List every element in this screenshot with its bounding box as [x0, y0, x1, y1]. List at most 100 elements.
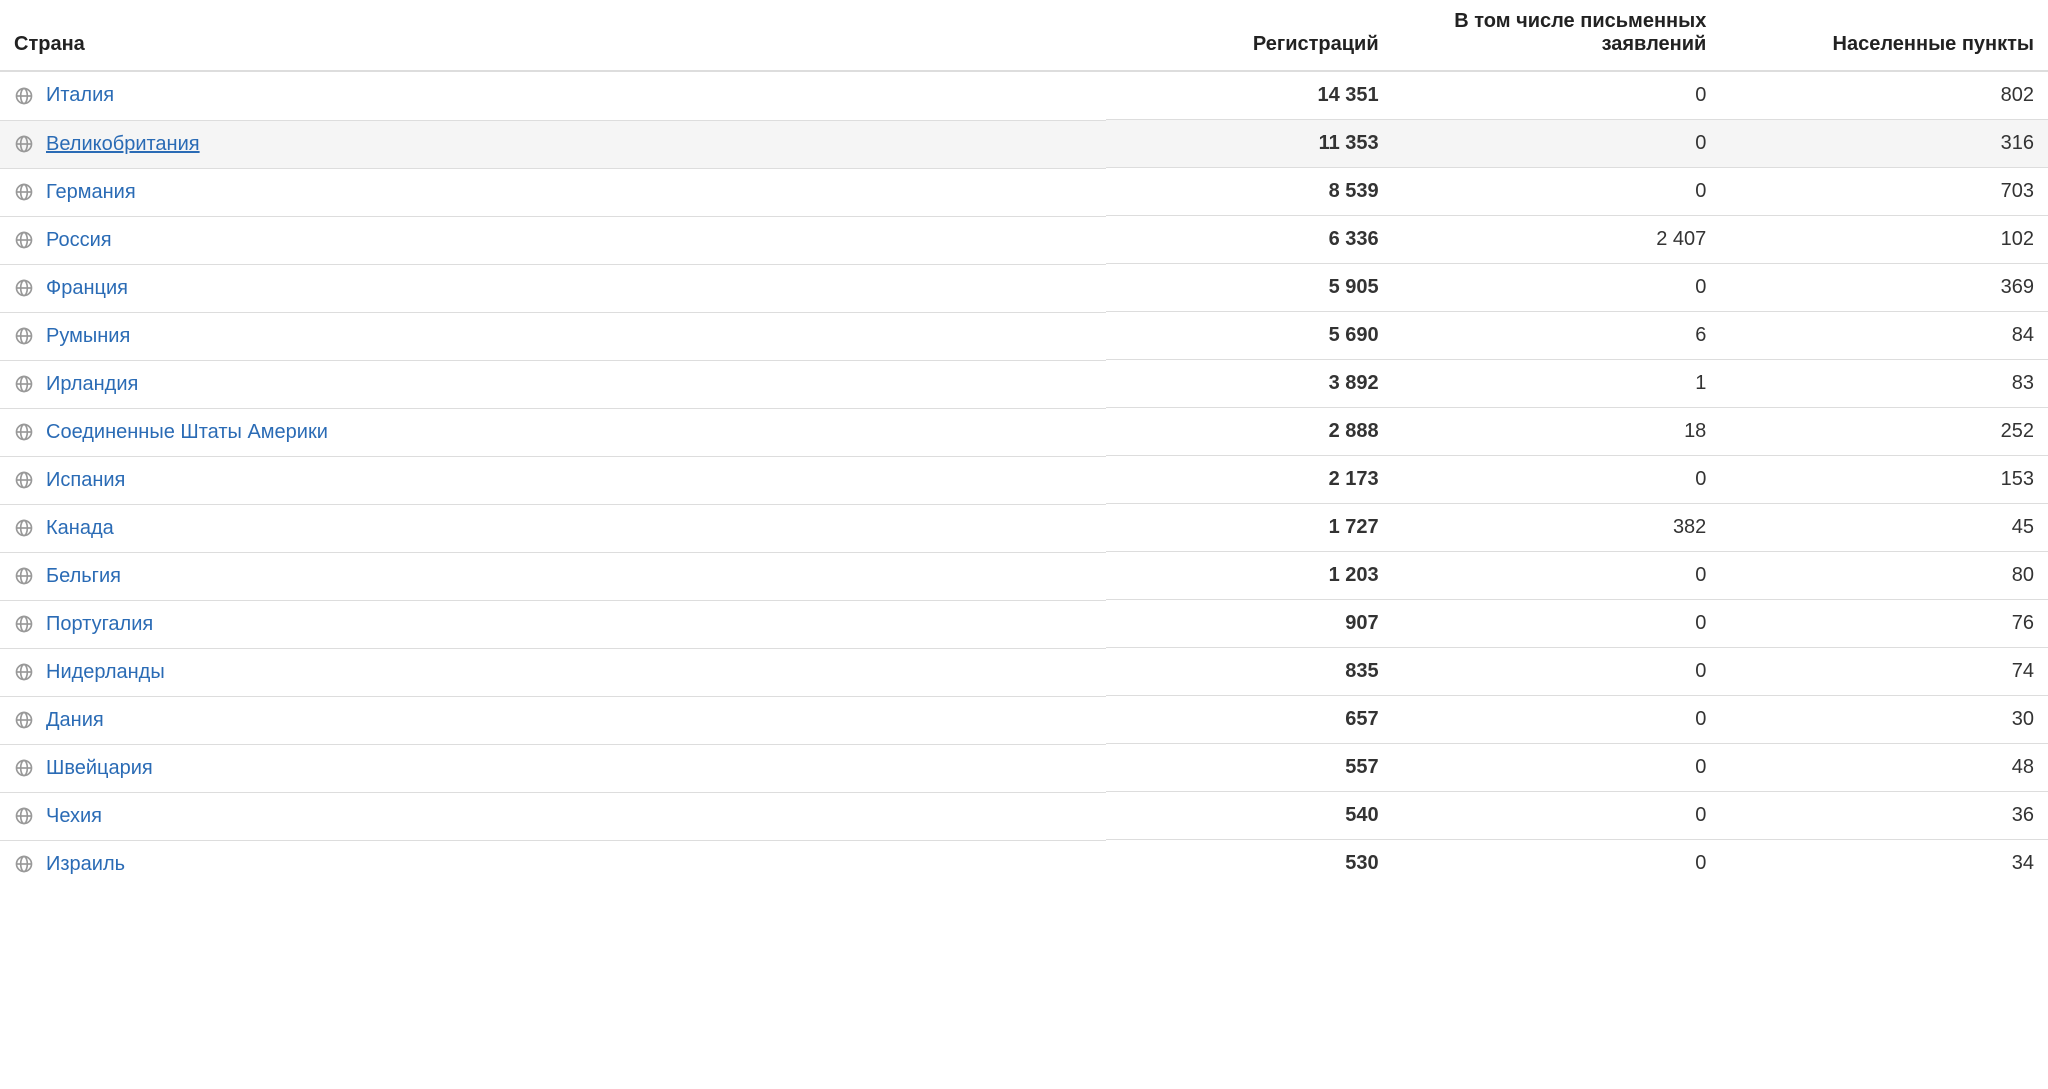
registrations-cell: 657: [1106, 696, 1393, 744]
table-row[interactable]: Швейцария 557048: [0, 744, 2048, 792]
country-cell: Швейцария: [0, 744, 1106, 792]
table-row[interactable]: Нидерланды835074: [0, 648, 2048, 696]
globe-icon: [14, 518, 34, 538]
country-link[interactable]: Швейцария: [46, 757, 153, 780]
written-cell: 0: [1393, 792, 1721, 840]
table-row[interactable]: Португалия907076: [0, 600, 2048, 648]
table-row[interactable]: Италия14 3510802: [0, 71, 2048, 120]
country-link[interactable]: Ирландия: [46, 373, 138, 396]
places-cell: 74: [1720, 648, 2048, 696]
country-link[interactable]: Израиль: [46, 853, 125, 876]
country-cell: Португалия: [0, 600, 1106, 648]
table-header-row: Страна Регистраций В том числе письменны…: [0, 0, 2048, 71]
written-cell: 0: [1393, 600, 1721, 648]
globe-icon: [14, 710, 34, 730]
col-written[interactable]: В том числе письменных заявлений: [1393, 0, 1721, 71]
table-row[interactable]: Румыния 5 690684: [0, 312, 2048, 360]
country-link[interactable]: Германия: [46, 181, 136, 204]
col-country[interactable]: Страна: [0, 0, 1106, 71]
country-link[interactable]: Бельгия: [46, 565, 121, 588]
registrations-cell: 530: [1106, 840, 1393, 888]
registrations-cell: 557: [1106, 744, 1393, 792]
country-link[interactable]: Соединенные Штаты Америки: [46, 421, 328, 444]
registrations-cell: 11 353: [1106, 120, 1393, 168]
country-cell: Канада: [0, 504, 1106, 552]
registrations-cell: 8 539: [1106, 168, 1393, 216]
globe-icon: [14, 182, 34, 202]
registrations-cell: 1 203: [1106, 552, 1393, 600]
country-cell: Германия: [0, 168, 1106, 216]
places-cell: 34: [1720, 840, 2048, 888]
country-cell: Чехия: [0, 792, 1106, 840]
country-cell: Нидерланды: [0, 648, 1106, 696]
col-registrations[interactable]: Регистраций: [1106, 0, 1393, 71]
registrations-cell: 6 336: [1106, 216, 1393, 264]
country-cell: Румыния: [0, 312, 1106, 360]
table-row[interactable]: Испания2 1730153: [0, 456, 2048, 504]
registrations-cell: 14 351: [1106, 71, 1393, 120]
country-cell: Франция: [0, 264, 1106, 312]
table-row[interactable]: Дания 657030: [0, 696, 2048, 744]
written-cell: 18: [1393, 408, 1721, 456]
written-cell: 382: [1393, 504, 1721, 552]
table-row[interactable]: Германия 8 5390703: [0, 168, 2048, 216]
written-cell: 0: [1393, 744, 1721, 792]
written-cell: 6: [1393, 312, 1721, 360]
places-cell: 102: [1720, 216, 2048, 264]
country-link[interactable]: Португалия: [46, 613, 153, 636]
countries-table: Страна Регистраций В том числе письменны…: [0, 0, 2048, 888]
registrations-cell: 2 888: [1106, 408, 1393, 456]
country-link[interactable]: Дания: [46, 709, 104, 732]
globe-icon: [14, 326, 34, 346]
country-cell: Ирландия: [0, 360, 1106, 408]
country-cell: Италия: [0, 72, 1106, 119]
globe-icon: [14, 278, 34, 298]
country-cell: Соединенные Штаты Америки: [0, 408, 1106, 456]
country-link[interactable]: Италия: [46, 84, 114, 107]
globe-icon: [14, 470, 34, 490]
country-link[interactable]: Великобритания: [46, 133, 200, 156]
table-row[interactable]: Ирландия3 892183: [0, 360, 2048, 408]
registrations-cell: 3 892: [1106, 360, 1393, 408]
globe-icon: [14, 374, 34, 394]
globe-icon: [14, 566, 34, 586]
country-link[interactable]: Чехия: [46, 805, 102, 828]
country-cell: Россия: [0, 216, 1106, 264]
registrations-cell: 5 905: [1106, 264, 1393, 312]
globe-icon: [14, 614, 34, 634]
country-link[interactable]: Испания: [46, 469, 125, 492]
country-link[interactable]: Россия: [46, 229, 112, 252]
table-row[interactable]: Чехия540036: [0, 792, 2048, 840]
table-row[interactable]: Соединенные Штаты Америки2 88818252: [0, 408, 2048, 456]
table-row[interactable]: Бельгия1 203080: [0, 552, 2048, 600]
places-cell: 369: [1720, 264, 2048, 312]
country-link[interactable]: Франция: [46, 277, 128, 300]
country-link[interactable]: Канада: [46, 517, 114, 540]
country-cell: Бельгия: [0, 552, 1106, 600]
places-cell: 703: [1720, 168, 2048, 216]
table-row[interactable]: Израиль 530034: [0, 840, 2048, 888]
registrations-cell: 907: [1106, 600, 1393, 648]
globe-icon: [14, 86, 34, 106]
table-row[interactable]: Франция5 9050369: [0, 264, 2048, 312]
written-cell: 0: [1393, 648, 1721, 696]
table-row[interactable]: Канада1 72738245: [0, 504, 2048, 552]
written-cell: 0: [1393, 696, 1721, 744]
country-link[interactable]: Нидерланды: [46, 661, 165, 684]
country-cell: Испания: [0, 456, 1106, 504]
table-row[interactable]: Россия 6 3362 407102: [0, 216, 2048, 264]
table-row[interactable]: Великобритания11 3530316: [0, 120, 2048, 168]
country-link[interactable]: Румыния: [46, 325, 130, 348]
col-places[interactable]: Населенные пункты: [1720, 0, 2048, 71]
registrations-cell: 5 690: [1106, 312, 1393, 360]
written-cell: 0: [1393, 552, 1721, 600]
written-cell: 0: [1393, 168, 1721, 216]
written-cell: 0: [1393, 840, 1721, 888]
globe-icon: [14, 422, 34, 442]
places-cell: 30: [1720, 696, 2048, 744]
places-cell: 84: [1720, 312, 2048, 360]
globe-icon: [14, 806, 34, 826]
registrations-cell: 2 173: [1106, 456, 1393, 504]
written-cell: 2 407: [1393, 216, 1721, 264]
places-cell: 48: [1720, 744, 2048, 792]
